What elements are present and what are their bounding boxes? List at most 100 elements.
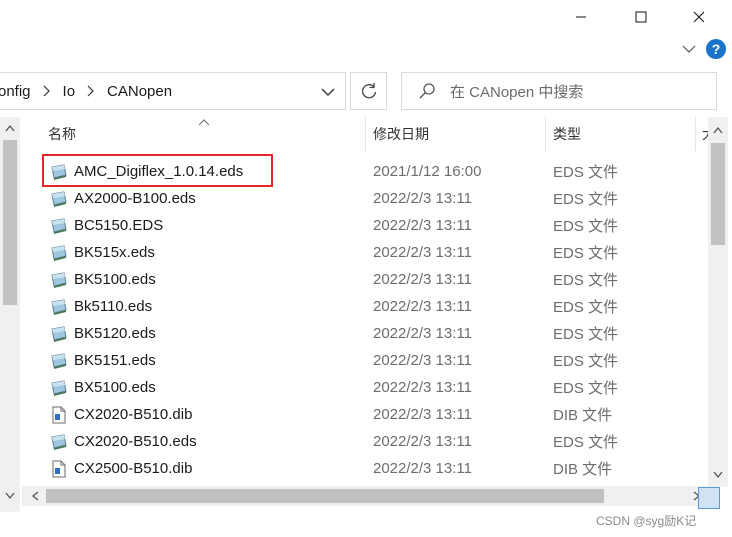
file-row[interactable]: BK515x.eds 2022/2/3 13:11 EDS 文件 — [22, 239, 710, 266]
nav-scroll-thumb[interactable] — [3, 140, 17, 305]
file-row[interactable]: AMC_Digiflex_1.0.14.eds 2021/1/12 16:00 ED… — [22, 154, 710, 187]
search-input[interactable]: 在 CANopen 中搜索 — [401, 72, 717, 110]
file-type: EDS 文件 — [553, 434, 619, 451]
column-divider[interactable] — [695, 117, 696, 151]
chevron-up-icon — [5, 124, 15, 132]
file-name[interactable]: BX5100.eds — [74, 379, 156, 396]
column-header: 名称 修改日期 类型 大 — [22, 117, 710, 151]
file-type: EDS 文件 — [553, 380, 619, 397]
file-modified-date: 2022/2/3 13:11 — [373, 244, 472, 261]
eds-file-icon — [51, 164, 67, 180]
minimize-icon — [576, 16, 586, 18]
file-row[interactable]: BC5150.EDS 2022/2/3 13:11 EDS 文件 — [22, 212, 710, 239]
file-type: EDS 文件 — [553, 164, 619, 181]
chevron-down-icon — [713, 471, 723, 479]
file-row[interactable]: CX2020-B510.dib 2022/2/3 13:11 DIB 文件 — [22, 401, 710, 428]
file-modified-date: 2022/2/3 13:11 — [373, 379, 472, 396]
file-type: EDS 文件 — [553, 191, 619, 208]
file-type: EDS 文件 — [553, 272, 619, 289]
file-name[interactable]: BK5151.eds — [74, 352, 156, 369]
file-name[interactable]: AX2000-B100.eds — [74, 190, 196, 207]
chevron-up-icon — [713, 126, 723, 134]
search-icon — [419, 83, 435, 99]
file-type: EDS 文件 — [553, 218, 619, 235]
file-name[interactable]: BK5120.eds — [74, 325, 156, 342]
file-row[interactable]: BX5100.eds 2022/2/3 13:11 EDS 文件 — [22, 374, 710, 401]
file-row[interactable]: AX2000-B100.eds 2022/2/3 13:11 EDS 文件 — [22, 185, 710, 212]
file-type: EDS 文件 — [553, 245, 619, 262]
breadcrumb-config[interactable]: onfig — [0, 83, 31, 100]
chevron-right-icon[interactable] — [43, 85, 51, 97]
nav-scroll-up-button[interactable] — [0, 118, 20, 138]
file-name[interactable]: AMC_Digiflex_1.0.14.eds — [74, 163, 243, 180]
file-row[interactable]: BK5100.eds 2022/2/3 13:11 EDS 文件 — [22, 266, 710, 293]
horizontal-scroll-thumb[interactable] — [46, 489, 604, 503]
eds-file-icon — [51, 434, 67, 450]
eds-file-icon — [51, 353, 67, 369]
file-row[interactable]: CX2500-B510.dib 2022/2/3 13:11 DIB 文件 — [22, 455, 710, 482]
watermark-text: CSDN @syg励K记 — [596, 514, 697, 528]
chevron-left-icon — [31, 491, 39, 501]
file-row[interactable]: BK5151.eds 2022/2/3 13:11 EDS 文件 — [22, 347, 710, 374]
chevron-down-icon — [5, 492, 15, 500]
file-row[interactable]: CX2020-B510.eds 2022/2/3 13:11 EDS 文件 — [22, 428, 710, 455]
column-modified-header[interactable]: 修改日期 — [373, 117, 429, 151]
eds-file-icon — [51, 299, 67, 315]
file-modified-date: 2022/2/3 13:11 — [373, 190, 472, 207]
file-modified-date: 2022/2/3 13:11 — [373, 406, 472, 423]
file-type: EDS 文件 — [553, 299, 619, 316]
file-name[interactable]: BK5100.eds — [74, 271, 156, 288]
file-modified-date: 2022/2/3 13:11 — [373, 433, 472, 450]
eds-file-icon — [51, 218, 67, 234]
file-type: EDS 文件 — [553, 353, 619, 370]
close-button[interactable] — [676, 0, 722, 34]
file-modified-date: 2022/2/3 13:11 — [373, 460, 472, 477]
file-name[interactable]: CX2020-B510.dib — [74, 406, 192, 423]
eds-file-icon — [51, 272, 67, 288]
chevron-down-icon — [321, 88, 335, 96]
address-bar[interactable]: onfig Io CANopen — [0, 72, 346, 110]
file-modified-date: 2021/1/12 16:00 — [373, 163, 482, 180]
column-type-header[interactable]: 类型 — [553, 117, 581, 151]
minimize-button[interactable] — [558, 0, 604, 34]
dib-file-icon — [52, 460, 66, 478]
file-name[interactable]: BC5150.EDS — [74, 217, 163, 234]
column-name-header[interactable]: 名称 — [48, 117, 76, 151]
file-name[interactable]: Bk5110.eds — [74, 298, 152, 315]
maximize-button[interactable] — [618, 0, 664, 34]
file-name[interactable]: CX2020-B510.eds — [74, 433, 197, 450]
close-icon — [693, 11, 705, 23]
file-type: DIB 文件 — [553, 407, 613, 424]
sort-ascending-icon — [198, 119, 210, 126]
file-modified-date: 2022/2/3 13:11 — [373, 271, 472, 288]
help-button[interactable]: ? — [706, 39, 726, 59]
file-modified-date: 2022/2/3 13:11 — [373, 325, 472, 342]
scroll-thumb[interactable] — [711, 143, 725, 245]
refresh-icon — [361, 83, 376, 99]
chevron-right-icon[interactable] — [87, 85, 95, 97]
taskbar-thumbnail-icon — [698, 487, 720, 509]
column-divider[interactable] — [545, 117, 546, 151]
file-name[interactable]: CX2500-B510.dib — [74, 460, 192, 477]
file-modified-date: 2022/2/3 13:11 — [373, 217, 472, 234]
expand-ribbon-button[interactable] — [678, 38, 700, 60]
address-history-dropdown[interactable] — [316, 83, 340, 101]
search-placeholder: 在 CANopen 中搜索 — [450, 83, 584, 101]
breadcrumb-io[interactable]: Io — [63, 83, 76, 100]
scroll-down-button[interactable] — [708, 465, 728, 485]
scroll-left-button[interactable] — [26, 487, 44, 505]
column-divider[interactable] — [365, 117, 366, 151]
file-row[interactable]: BK5120.eds 2022/2/3 13:11 EDS 文件 — [22, 320, 710, 347]
file-row[interactable]: Bk5110.eds 2022/2/3 13:11 EDS 文件 — [22, 293, 710, 320]
eds-file-icon — [51, 191, 67, 207]
eds-file-icon — [51, 245, 67, 261]
file-modified-date: 2022/2/3 13:11 — [373, 352, 472, 369]
file-name[interactable]: BK515x.eds — [74, 244, 155, 261]
scroll-up-button[interactable] — [708, 120, 728, 140]
breadcrumb-canopen[interactable]: CANopen — [107, 83, 172, 100]
refresh-button[interactable] — [350, 72, 387, 110]
chevron-down-icon — [682, 45, 696, 53]
maximize-icon — [635, 11, 647, 23]
dib-file-icon — [52, 406, 66, 424]
nav-scroll-down-button[interactable] — [0, 486, 20, 506]
